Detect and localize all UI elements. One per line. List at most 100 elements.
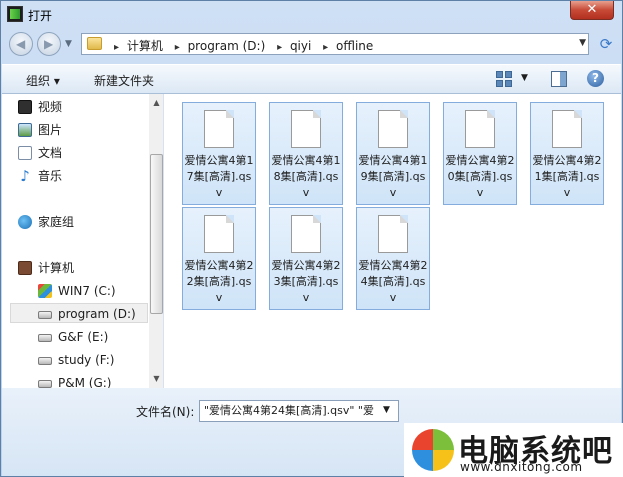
window-title: 打开 [28, 9, 53, 23]
system-drive-icon [38, 284, 52, 298]
file-name: 爱情公寓4第22集[高清].qsv [184, 259, 254, 304]
view-dropdown-icon[interactable]: ▼ [521, 73, 528, 83]
file-name: 爱情公寓4第20集[高清].qsv [445, 154, 515, 199]
forward-button[interactable]: ▶ [37, 32, 61, 56]
file-item[interactable]: 爱情公寓4第22集[高清].qsv [182, 207, 256, 310]
nav-item-label: 家庭组 [38, 215, 75, 229]
nav-item-label: WIN7 (C:) [58, 284, 116, 298]
navigation-bar: ◀ ▶ ▼ ▸ 计算机 ▸ program (D:) ▸ qiyi ▸ offl… [7, 31, 619, 59]
file-item[interactable]: 爱情公寓4第24集[高清].qsv [356, 207, 430, 310]
video-library-icon [18, 100, 32, 114]
nav-item-label: 计算机 [38, 261, 75, 275]
breadcrumb-computer[interactable]: 计算机 [127, 39, 163, 53]
windows-logo-icon [412, 429, 454, 471]
filename-label: 文件名(N): [136, 405, 195, 419]
organize-button[interactable]: 组织 ▾ [26, 72, 60, 89]
nav-item-documents[interactable]: 文档 [18, 143, 63, 163]
file-name: 爱情公寓4第19集[高清].qsv [358, 154, 428, 199]
refresh-icon[interactable]: ⟳ [595, 35, 617, 55]
breadcrumb-offline[interactable]: offline [336, 39, 373, 53]
document-library-icon [18, 146, 32, 160]
file-name: 爱情公寓4第23集[高清].qsv [271, 259, 341, 304]
nav-item-label: 视频 [38, 100, 63, 114]
file-icon [465, 110, 495, 148]
file-name: 爱情公寓4第21集[高清].qsv [532, 154, 602, 199]
scroll-down-icon[interactable]: ▼ [149, 372, 163, 386]
nav-item-label: study (F:) [58, 353, 115, 367]
breadcrumb-program[interactable]: program (D:) [188, 39, 266, 53]
homegroup-icon [18, 215, 32, 229]
file-item[interactable]: 爱情公寓4第20集[高清].qsv [443, 102, 517, 205]
address-bar[interactable]: ▸ 计算机 ▸ program (D:) ▸ qiyi ▸ offline ▼ [81, 33, 589, 55]
breadcrumb-separator-icon[interactable]: ▸ [175, 42, 180, 53]
nav-item-drive-c[interactable]: WIN7 (C:) [38, 281, 116, 301]
file-icon [378, 215, 408, 253]
scrollbar-thumb[interactable] [150, 154, 163, 314]
file-icon [291, 215, 321, 253]
file-item[interactable]: 爱情公寓4第17集[高清].qsv [182, 102, 256, 205]
content-area: 视频 图片 文档 ♪ 音乐 家庭组 计算机 WIN7 (C:) program (… [2, 94, 621, 388]
drive-icon [38, 380, 52, 388]
file-icon [378, 110, 408, 148]
forward-arrow-icon: ▶ [44, 37, 54, 51]
file-item[interactable]: 爱情公寓4第18集[高清].qsv [269, 102, 343, 205]
music-library-icon: ♪ [20, 167, 30, 185]
nav-item-label: G&F (E:) [58, 330, 109, 344]
drive-icon [38, 311, 52, 319]
back-button[interactable]: ◀ [9, 32, 33, 56]
back-arrow-icon: ◀ [16, 37, 26, 51]
file-icon [204, 110, 234, 148]
file-icon [291, 110, 321, 148]
breadcrumb-separator-icon[interactable]: ▸ [277, 42, 282, 53]
address-dropdown-icon[interactable]: ▼ [579, 38, 586, 48]
navigation-pane: 视频 图片 文档 ♪ 音乐 家庭组 计算机 WIN7 (C:) program (… [2, 94, 164, 388]
preview-pane-icon[interactable] [551, 71, 567, 87]
command-toolbar: 组织 ▾ 新建文件夹 ▼ ? [2, 64, 621, 94]
recent-pages-icon[interactable]: ▼ [65, 39, 72, 49]
nav-item-drive-g[interactable]: P&M (G:) [38, 373, 112, 388]
computer-icon [18, 261, 32, 275]
nav-item-homegroup[interactable]: 家庭组 [18, 212, 75, 232]
watermark: 电脑系统吧 www.dnxitong.com [404, 423, 623, 477]
nav-item-videos[interactable]: 视频 [18, 97, 63, 117]
nav-item-music[interactable]: ♪ 音乐 [20, 166, 63, 186]
nav-item-label: P&M (G:) [58, 376, 112, 388]
view-icon[interactable] [496, 71, 512, 87]
new-folder-button[interactable]: 新建文件夹 [94, 72, 154, 89]
help-icon[interactable]: ? [587, 70, 604, 87]
nav-item-pictures[interactable]: 图片 [18, 120, 63, 140]
breadcrumb-qiyi[interactable]: qiyi [290, 39, 311, 53]
drive-icon [38, 357, 52, 365]
picture-library-icon [18, 123, 32, 137]
close-button[interactable]: ✕ [570, 1, 614, 20]
file-name: 爱情公寓4第24集[高清].qsv [358, 259, 428, 304]
nav-item-label: 音乐 [38, 169, 63, 183]
scroll-up-icon[interactable]: ▲ [149, 96, 163, 110]
breadcrumb-separator-icon[interactable]: ▸ [114, 42, 119, 53]
watermark-url: www.dnxitong.com [460, 460, 583, 474]
file-icon [552, 110, 582, 148]
folder-icon [87, 37, 102, 50]
file-item[interactable]: 爱情公寓4第23集[高清].qsv [269, 207, 343, 310]
file-item[interactable]: 爱情公寓4第21集[高清].qsv [530, 102, 604, 205]
breadcrumb-separator-icon[interactable]: ▸ [323, 42, 328, 53]
nav-scrollbar[interactable]: ▲ ▼ [149, 94, 163, 388]
file-name: 爱情公寓4第17集[高清].qsv [184, 154, 254, 199]
nav-item-computer[interactable]: 计算机 [18, 258, 75, 278]
breadcrumb: ▸ 计算机 ▸ program (D:) ▸ qiyi ▸ offline [110, 37, 377, 54]
nav-item-drive-e[interactable]: G&F (E:) [38, 327, 109, 347]
filename-input[interactable]: "爱情公寓4第24集[高清].qsv" "爱 [199, 400, 399, 422]
file-icon [204, 215, 234, 253]
nav-item-drive-f[interactable]: study (F:) [38, 350, 115, 370]
open-file-dialog: 打开 ✕ ◀ ▶ ▼ ▸ 计算机 ▸ program (D:) ▸ qiyi ▸… [0, 0, 623, 477]
file-name: 爱情公寓4第18集[高清].qsv [271, 154, 341, 199]
drive-icon [38, 334, 52, 342]
file-list: 爱情公寓4第17集[高清].qsv 爱情公寓4第18集[高清].qsv 爱情公寓… [180, 100, 612, 320]
filename-dropdown-icon[interactable]: ▼ [383, 405, 390, 415]
title-bar[interactable]: 打开 ✕ [1, 1, 622, 29]
file-item[interactable]: 爱情公寓4第19集[高清].qsv [356, 102, 430, 205]
app-icon [7, 6, 23, 22]
nav-item-label: 文档 [38, 146, 63, 160]
nav-item-label: 图片 [38, 123, 63, 137]
nav-item-drive-d[interactable]: program (D:) [38, 304, 136, 324]
